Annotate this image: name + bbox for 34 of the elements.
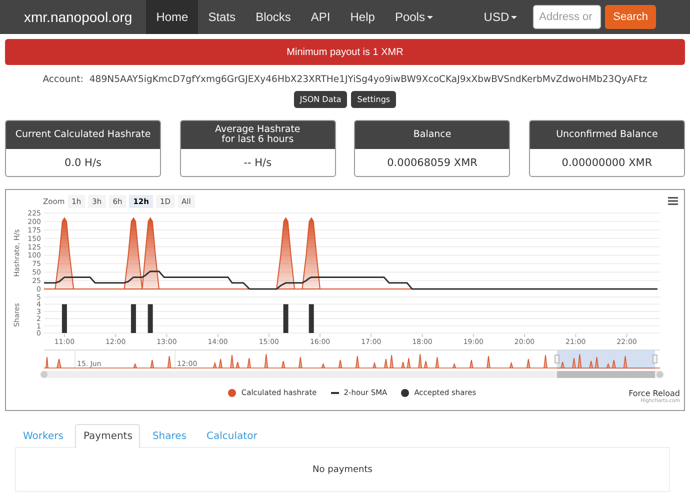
nav-item[interactable]: Blocks: [246, 0, 301, 34]
share-bar: [130, 304, 136, 333]
menu-icon[interactable]: [668, 197, 678, 205]
card-title: Unconfirmed Balance: [530, 121, 684, 149]
nav-item[interactable]: Home: [146, 0, 198, 34]
navigator-handle[interactable]: [652, 354, 658, 364]
card-title: Current Calculated Hashrate: [6, 121, 160, 149]
action-button[interactable]: JSON Data: [294, 91, 348, 108]
nav-item[interactable]: Help: [340, 0, 385, 34]
share-bar: [308, 304, 314, 333]
navigator-handle[interactable]: [554, 354, 560, 364]
reload-link[interactable]: Force Reload: [628, 389, 680, 398]
alert-banner: Minimum payout is 1 XMR: [5, 39, 685, 65]
share-bar: [62, 304, 67, 333]
card-value: -- H/s: [242, 156, 273, 170]
card-value: 0.00000000 XMR: [560, 156, 654, 170]
nav-item[interactable]: Pools: [384, 0, 443, 34]
currency-dropdown[interactable]: USD: [484, 10, 518, 24]
card-title: Balance: [355, 121, 510, 149]
account-address: 489N5AAY5igKmcD7gfYxmg6GrGJEXy46HbX23XRTHe1JYiSg4yo9iwBW9XcoCKaJ9xXbwBVSndKerbMvZdwoHMb23QyAFtz: [89, 74, 648, 85]
site-brand[interactable]: xmr.nanopool.org: [24, 9, 132, 25]
card-title: Average Hashrate for last 6 hours: [180, 121, 335, 149]
search-field[interactable]: Address or: [533, 5, 602, 29]
action-button[interactable]: Settings: [351, 91, 396, 108]
nav-item[interactable]: Stats: [198, 0, 246, 34]
empty-message: No payments: [312, 464, 372, 474]
card-value: 0.00068059 XMR: [386, 156, 478, 170]
share-bar: [283, 304, 288, 333]
nav-item[interactable]: API: [300, 0, 340, 34]
tab[interactable]: Payments: [75, 424, 140, 448]
account-label: Account:: [42, 74, 84, 85]
card-value: 0.0 H/s: [64, 156, 102, 170]
share-bar: [148, 304, 153, 333]
scrollbar[interactable]: [40, 371, 664, 378]
